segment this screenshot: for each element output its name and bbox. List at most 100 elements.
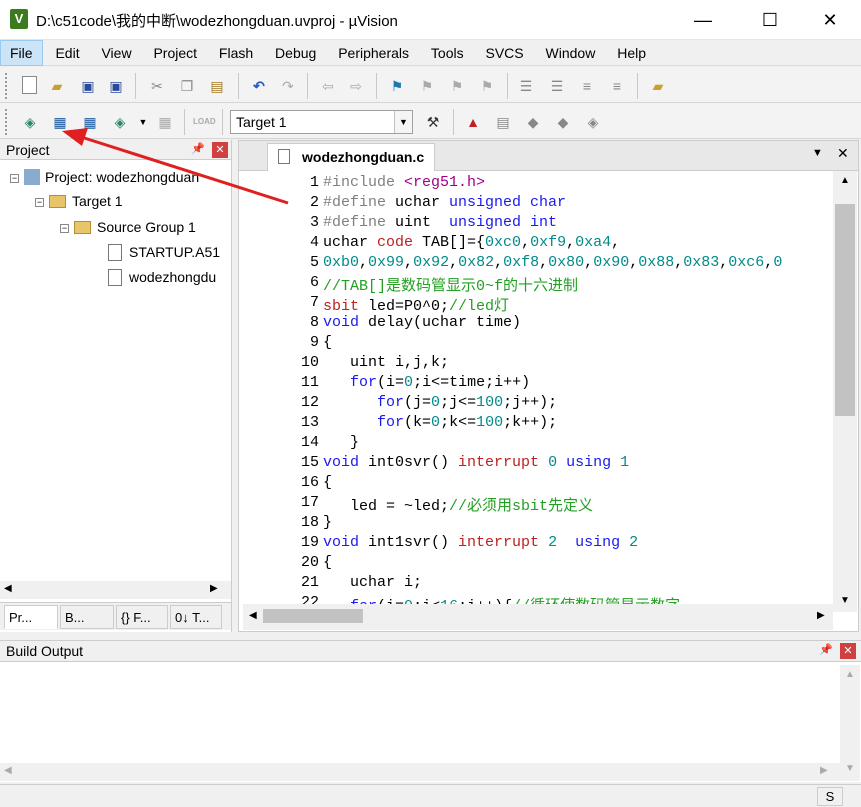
- tree-item-project[interactable]: − Project: wodezhongduan: [10, 166, 199, 188]
- code-area[interactable]: 1 #include <reg51.h> 2 #define uchar uns…: [243, 173, 833, 604]
- menu-edit[interactable]: Edit: [46, 40, 88, 66]
- close-panel-icon[interactable]: ✕: [212, 142, 228, 158]
- run-time-environment-icon[interactable]: ◈: [583, 112, 603, 132]
- editor-panel: wodezhongduan.c ▼ ✕ 1 #include <reg51.h>…: [238, 140, 859, 632]
- pin-icon[interactable]: 📌: [190, 140, 206, 158]
- close-tab-icon[interactable]: ✕: [837, 145, 849, 162]
- tree-item-startup-file[interactable]: STARTUP.A51: [108, 241, 220, 263]
- unindent-icon[interactable]: ☰: [547, 76, 567, 96]
- menu-debug[interactable]: Debug: [266, 40, 325, 66]
- minimize-button[interactable]: —: [680, 0, 726, 40]
- tab-books[interactable]: B...: [60, 605, 114, 629]
- build-output-scrollbar[interactable]: ▲ ▼: [840, 665, 860, 781]
- translate-icon[interactable]: ◈: [20, 112, 40, 132]
- scroll-down-icon[interactable]: ▼: [840, 595, 850, 606]
- target-icon: [49, 195, 66, 208]
- scroll-up-icon[interactable]: ▲: [840, 175, 850, 186]
- editor-tab[interactable]: wodezhongduan.c: [267, 143, 435, 171]
- scroll-left-icon[interactable]: ◀: [4, 765, 12, 776]
- navigate-forward-icon[interactable]: ⇨: [346, 76, 366, 96]
- tree-item-c-file[interactable]: wodezhongdu: [108, 266, 232, 288]
- navigate-back-icon[interactable]: ⇦: [318, 76, 338, 96]
- next-bookmark-icon[interactable]: ⚑: [447, 76, 467, 96]
- target-options-icon[interactable]: ⚒: [423, 112, 443, 132]
- editor-horizontal-scrollbar[interactable]: ◀ ▶: [243, 604, 833, 630]
- toolbar-separator: [222, 109, 223, 135]
- pin-icon[interactable]: 📌: [818, 641, 834, 659]
- cut-icon[interactable]: ✂: [147, 76, 167, 96]
- code-line: for(j=0;j<=100;j++);: [377, 394, 558, 411]
- code-line: void int1svr() interrupt 2 using 2: [323, 534, 639, 551]
- menu-project[interactable]: Project: [144, 40, 206, 66]
- tree-item-source-group[interactable]: − Source Group 1: [60, 216, 196, 238]
- project-panel-tabs: Pr... B... {} F... 0↓ T...: [0, 602, 231, 630]
- copy-icon[interactable]: ❐: [177, 76, 197, 96]
- scroll-left-icon[interactable]: ◀: [4, 583, 12, 594]
- save-icon[interactable]: ▣: [78, 76, 98, 96]
- horizontal-scrollbar-thumb[interactable]: [263, 609, 363, 623]
- line-number: 13: [300, 414, 319, 431]
- save-all-icon[interactable]: ▣: [106, 76, 126, 96]
- scroll-left-icon[interactable]: ◀: [249, 610, 257, 621]
- title-bar: V D:\c51code\我的中断\wodezhongduan.uvproj -…: [0, 0, 861, 40]
- scroll-up-icon[interactable]: ▲: [845, 669, 855, 680]
- new-file-icon[interactable]: [22, 76, 37, 94]
- tab-project[interactable]: Pr...: [4, 605, 58, 629]
- scroll-right-icon[interactable]: ▶: [820, 765, 828, 776]
- menu-svcs[interactable]: SVCS: [477, 40, 533, 66]
- select-software-packs-icon[interactable]: ◆: [523, 112, 543, 132]
- tree-item-target[interactable]: − Target 1: [35, 190, 123, 212]
- batch-build-icon[interactable]: ◈: [110, 112, 130, 132]
- scroll-right-icon[interactable]: ▶: [817, 610, 825, 621]
- open-folder-icon[interactable]: ▰: [47, 76, 67, 96]
- build-output-hscrollbar[interactable]: ◀ ▶: [0, 763, 840, 781]
- scroll-down-icon[interactable]: ▼: [845, 763, 855, 774]
- paste-icon[interactable]: ▤: [207, 76, 227, 96]
- code-line: for(i=0;i<16;i++){//循环使数码管显示数字: [323, 594, 680, 604]
- file-extensions-icon[interactable]: ▤: [493, 112, 513, 132]
- menu-help[interactable]: Help: [608, 40, 655, 66]
- clear-bookmarks-icon[interactable]: ⚑: [477, 76, 497, 96]
- file-icon: [108, 269, 122, 286]
- close-button[interactable]: ✕: [807, 0, 853, 40]
- comment-icon[interactable]: ≡: [577, 76, 597, 96]
- project-horizontal-scrollbar[interactable]: ◀ ▶: [0, 581, 231, 599]
- line-number: 14: [300, 434, 319, 451]
- undo-icon[interactable]: ↶: [249, 76, 269, 96]
- maximize-button[interactable]: ☐: [747, 0, 793, 40]
- manage-components-icon[interactable]: ▲: [463, 112, 483, 132]
- redo-icon[interactable]: ↷: [278, 76, 298, 96]
- line-number: 6: [309, 274, 319, 291]
- prev-bookmark-icon[interactable]: ⚑: [417, 76, 437, 96]
- stop-build-icon[interactable]: ▦: [155, 112, 175, 132]
- scroll-right-icon[interactable]: ▶: [210, 583, 218, 594]
- chevron-down-icon[interactable]: ▼: [812, 147, 823, 159]
- batch-dropdown-icon[interactable]: ▼: [133, 112, 153, 132]
- tab-templates[interactable]: 0↓ T...: [170, 605, 222, 629]
- collapse-icon[interactable]: −: [60, 224, 69, 233]
- close-panel-icon[interactable]: ✕: [840, 643, 856, 659]
- menu-tools[interactable]: Tools: [422, 40, 473, 66]
- download-icon[interactable]: LOAD: [193, 112, 216, 132]
- collapse-icon[interactable]: −: [10, 174, 19, 183]
- target-select[interactable]: Target 1 ▼: [230, 110, 413, 134]
- menu-window[interactable]: Window: [537, 40, 605, 66]
- find-in-files-icon[interactable]: ▰: [648, 76, 668, 96]
- pack-installer-icon[interactable]: ◆: [553, 112, 573, 132]
- rebuild-icon[interactable]: ▦: [80, 112, 100, 132]
- menu-peripherals[interactable]: Peripherals: [329, 40, 418, 66]
- tab-functions[interactable]: {} F...: [116, 605, 168, 629]
- chevron-down-icon[interactable]: ▼: [394, 111, 412, 133]
- collapse-icon[interactable]: −: [35, 198, 44, 207]
- menu-view[interactable]: View: [92, 40, 140, 66]
- editor-scrollbar-thumb[interactable]: [835, 204, 855, 416]
- menu-file[interactable]: File: [0, 40, 43, 66]
- menu-flash[interactable]: Flash: [210, 40, 262, 66]
- toolbar-grip: [5, 73, 8, 99]
- toolbar-separator: [238, 73, 239, 99]
- uncomment-icon[interactable]: ≡: [607, 76, 627, 96]
- indent-icon[interactable]: ☰: [516, 76, 536, 96]
- build-icon[interactable]: ▦: [50, 112, 70, 132]
- bookmark-icon[interactable]: ⚑: [387, 76, 407, 96]
- code-line: }: [323, 514, 333, 531]
